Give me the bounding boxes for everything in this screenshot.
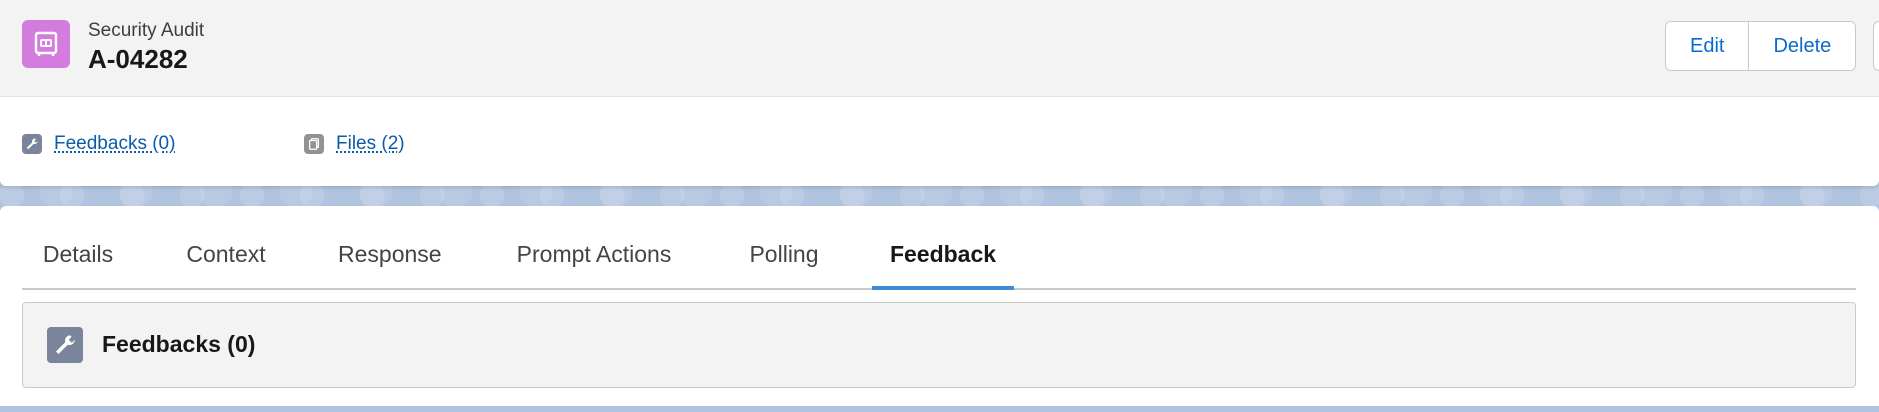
record-detail-card: Details Context Response Prompt Actions …	[0, 206, 1879, 406]
feedbacks-related-link[interactable]: Feedbacks (0)	[22, 133, 175, 155]
record-title: A-04282	[88, 44, 188, 74]
tab-polling[interactable]: Polling	[746, 220, 822, 288]
object-type-label: Security Audit	[88, 20, 205, 41]
feedbacks-link-label[interactable]: Feedbacks (0)	[54, 133, 175, 155]
audit-record-icon	[22, 20, 70, 68]
more-actions-button[interactable]	[1873, 21, 1879, 71]
tab-prompt-actions[interactable]: Prompt Actions	[510, 220, 678, 288]
bottom-background-strip	[0, 406, 1879, 412]
delete-button[interactable]: Delete	[1748, 22, 1856, 70]
tab-details[interactable]: Details	[40, 220, 116, 288]
tab-feedback[interactable]: Feedback	[872, 220, 1014, 290]
feedbacks-list-title[interactable]: Feedbacks (0)	[102, 331, 255, 358]
files-icon	[304, 134, 324, 154]
related-list-quick-links: Feedbacks (0) Files (2)	[0, 97, 1879, 187]
record-tabs: Details Context Response Prompt Actions …	[22, 220, 1856, 290]
files-link-label[interactable]: Files (2)	[336, 133, 405, 155]
edit-button[interactable]: Edit	[1666, 22, 1749, 70]
tab-response[interactable]: Response	[338, 220, 442, 288]
wrench-icon	[22, 134, 42, 154]
record-header: Security Audit A-04282 Edit Delete Feedb…	[0, 0, 1879, 186]
feedbacks-related-list: Feedbacks (0)	[22, 302, 1856, 388]
record-action-buttons: Edit Delete	[1665, 21, 1857, 71]
wrench-icon	[47, 327, 83, 363]
record-highlights: Security Audit A-04282 Edit Delete	[0, 0, 1879, 97]
files-related-link[interactable]: Files (2)	[304, 133, 405, 155]
tab-context[interactable]: Context	[184, 220, 268, 288]
